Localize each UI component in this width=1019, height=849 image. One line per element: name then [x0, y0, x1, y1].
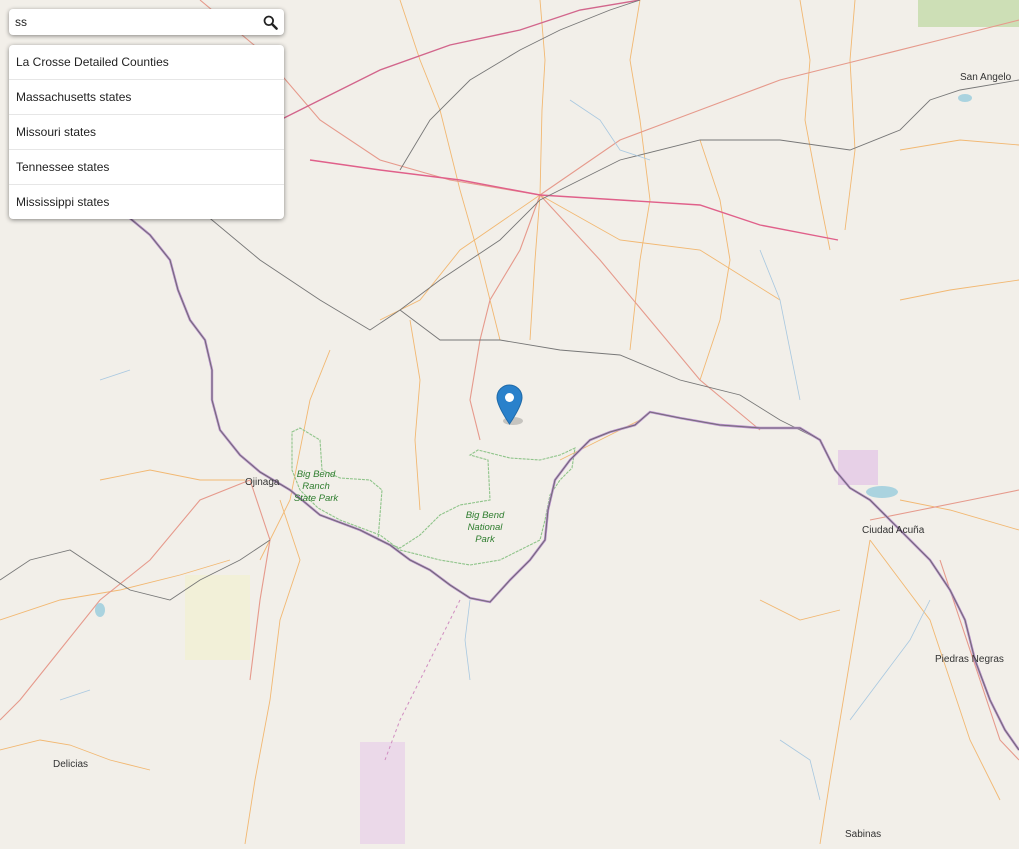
search-icon: [263, 15, 278, 30]
city-label-ojinaga: Ojinaga: [245, 477, 280, 488]
city-label-san-angelo: San Angelo: [960, 72, 1012, 83]
park-label-big-bend-ranch-3: State Park: [294, 493, 340, 504]
search-input[interactable]: [9, 9, 254, 35]
search-bar: [9, 9, 284, 35]
city-label-piedras-negras: Piedras Negras: [935, 654, 1004, 665]
park-label-big-bend-np-1: Big Bend: [466, 510, 505, 521]
search-results-dropdown: La Crosse Detailed Counties Massachusett…: [9, 45, 284, 219]
search-result-item[interactable]: Mississippi states: [9, 185, 284, 219]
search-result-item[interactable]: Massachusetts states: [9, 80, 284, 115]
city-label-sabinas: Sabinas: [845, 829, 881, 840]
park-area: [918, 0, 1019, 27]
park-label-big-bend-np-3: Park: [475, 534, 496, 545]
city-label-delicias: Delicias: [53, 759, 88, 770]
park-label-big-bend-ranch-1: Big Bend: [297, 469, 336, 480]
search-result-item[interactable]: La Crosse Detailed Counties: [9, 45, 284, 80]
city-label-ciudad-acuna: Ciudad Acuña: [862, 525, 925, 536]
park-label-big-bend-np-2: National: [468, 522, 504, 533]
search-result-item[interactable]: Missouri states: [9, 115, 284, 150]
search-result-item[interactable]: Tennessee states: [9, 150, 284, 185]
park-label-big-bend-ranch-2: Ranch: [302, 481, 329, 492]
search-button[interactable]: [260, 12, 280, 32]
